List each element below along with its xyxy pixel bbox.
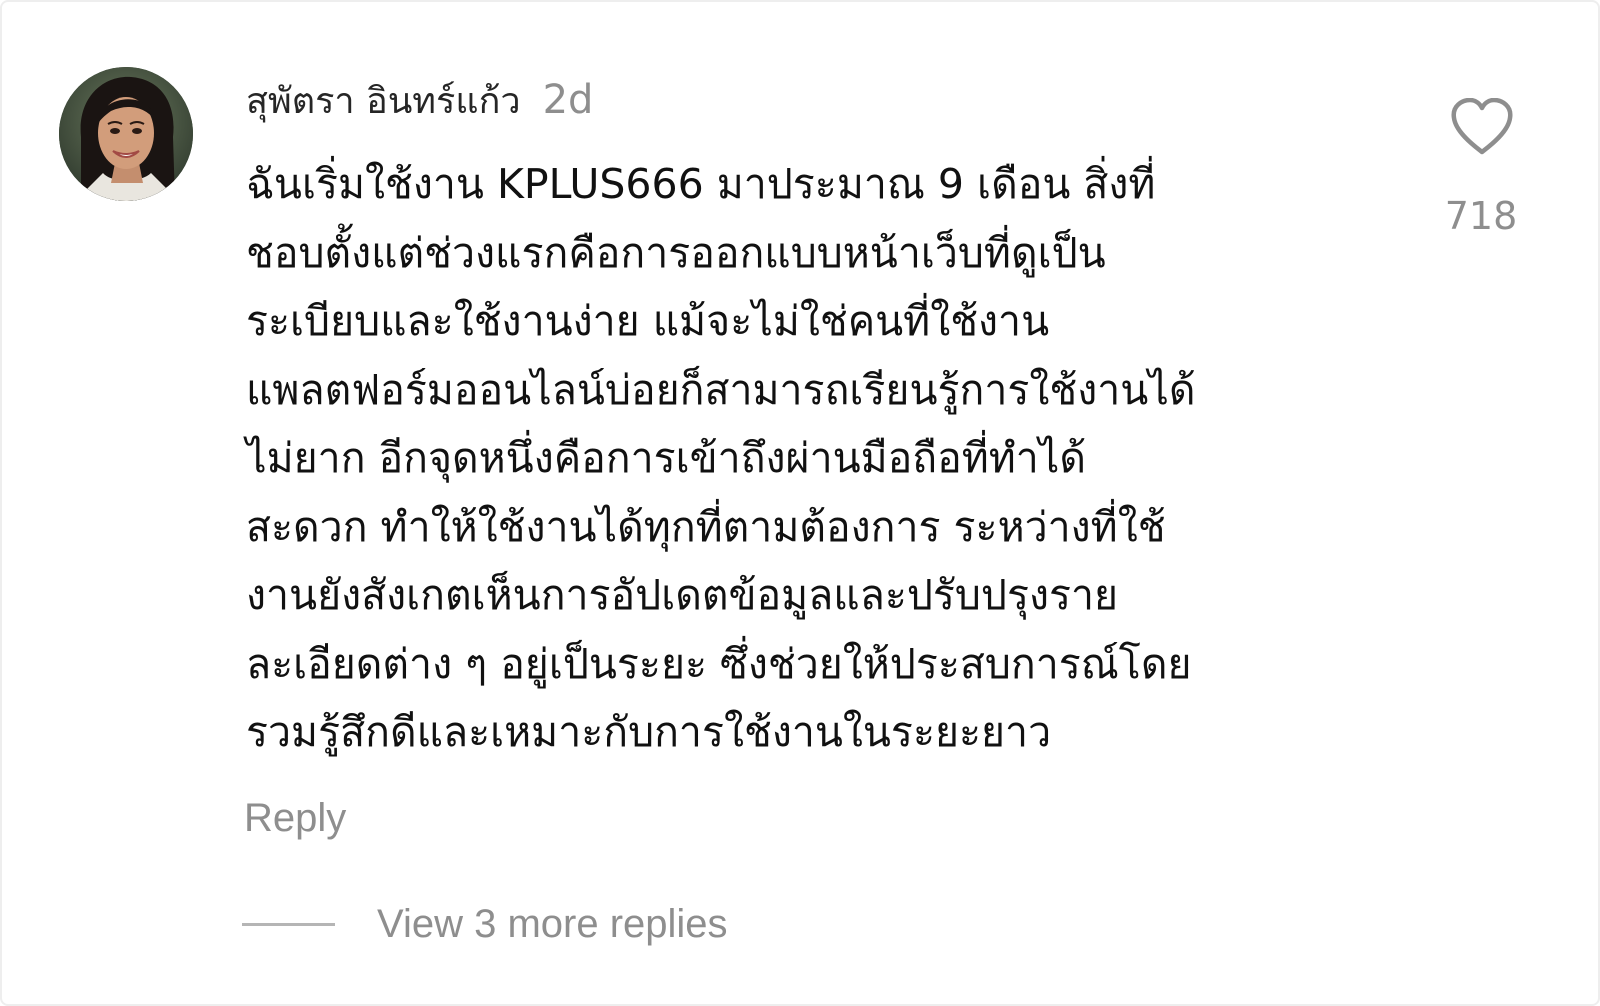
comment-text-line: ไม่ยาก อีกจุดหนึ่งคือการเข้าถึงผ่านมือถื… [246,434,1087,482]
comment-text-line: สะดวก ทำให้ใช้งานได้ทุกที่ตามต้องการ ระห… [246,502,1166,551]
comment-header: สุพัตรา อินทร์แก้ว 2d [246,72,593,132]
comment-card: สุพัตรา อินทร์แก้ว 2d ฉันเริ่มใช้งาน KPL… [0,0,1600,1006]
comment-text-line: ระเบียบและใช้งานง่าย แม้จะไม่ใช่คนที่ใช้… [246,297,1050,345]
comment-timestamp: 2d [542,77,594,123]
comment-text-line: รวมรู้สึกดีและเหมาะกับการใช้งานในระยะยาว [246,708,1052,756]
comment-text-line: งานยังสังเกตเห็นการอัปเดตข้อมูลและปรับปร… [246,571,1119,619]
comment-text-line: แพลตฟอร์มออนไลน์บ่อยก็สามารถเรียนรู้การใ… [246,365,1196,414]
like-button[interactable] [1450,97,1514,156]
view-more-replies-button[interactable]: View 3 more replies [242,902,728,947]
replies-divider-line [242,923,335,926]
comment-text: ฉันเริ่มใช้งาน KPLUS666 มาประมาณ 9 เดือน… [246,150,1386,767]
comment-text-line: ชอบตั้งแต่ช่วงแรกคือการออกแบบหน้าเว็บที่… [246,228,1106,277]
user-avatar[interactable] [59,67,193,201]
comment-text-line: ฉันเริ่มใช้งาน KPLUS666 มาประมาณ 9 เดือน… [246,160,1156,208]
like-count: 718 [1444,194,1518,238]
avatar-image [59,67,193,201]
comment-text-line: ละเอียดต่าง ๆ อยู่เป็นระยะ ซึ่งช่วยให้ปร… [246,639,1192,688]
view-more-replies-label: View 3 more replies [377,902,728,946]
heart-outline-icon [1451,97,1513,155]
reply-button[interactable]: Reply [244,796,346,841]
username[interactable]: สุพัตรา อินทร์แก้ว [246,72,521,129]
